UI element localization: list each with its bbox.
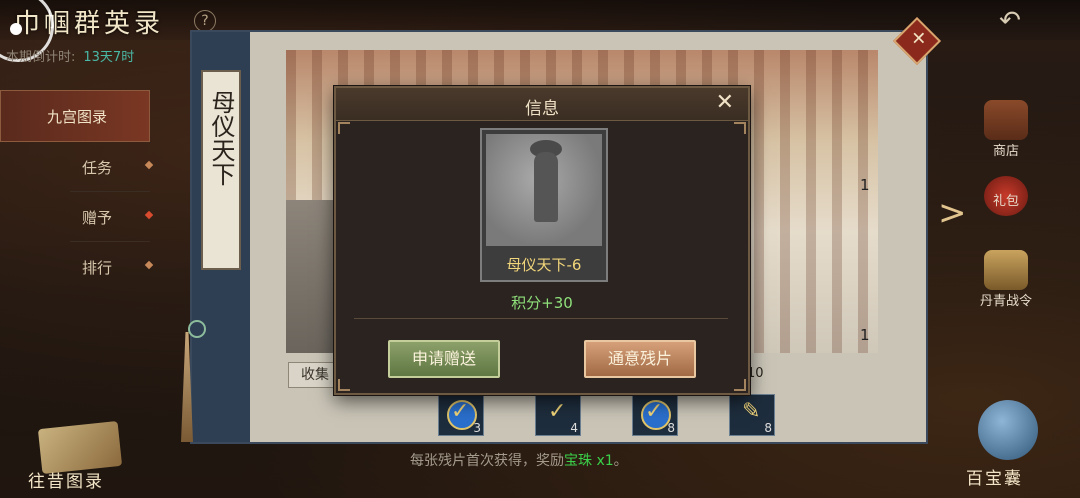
corner-ornament [734, 379, 746, 391]
score-text: 积分+30 [511, 294, 573, 312]
dialog-title: 信息 [525, 99, 559, 119]
divider [354, 318, 728, 319]
dialog-header: 信息 ✕ [336, 88, 748, 121]
fragment-name: 母仪天下-6 [506, 256, 582, 274]
dialog-close-button[interactable]: ✕ [716, 90, 734, 115]
fragment-image [486, 134, 602, 246]
corner-ornament [734, 122, 746, 134]
figure-body [534, 152, 558, 222]
info-dialog: 信息 ✕ 母仪天下-6 积分+30 申请赠送 通意残片 [334, 86, 750, 395]
corner-ornament [338, 122, 350, 134]
notify-fragment-button[interactable]: 通意残片 [584, 340, 696, 378]
request-gift-button[interactable]: 申请赠送 [388, 340, 500, 378]
corner-ornament [338, 379, 350, 391]
fragment-card: 母仪天下-6 [480, 128, 608, 282]
